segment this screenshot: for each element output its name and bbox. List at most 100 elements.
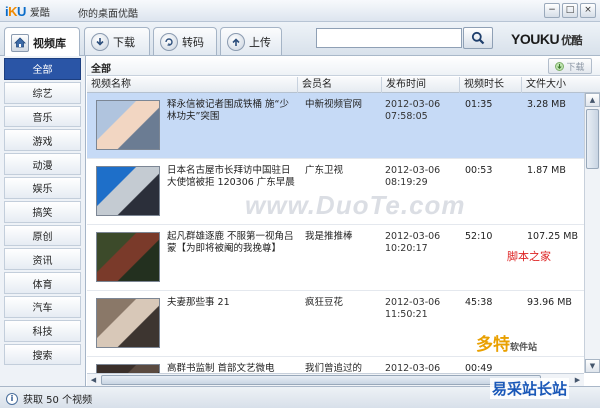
video-duration: 01:35 (465, 99, 493, 110)
horizontal-scrollbar[interactable]: ◀ ▶ (87, 373, 584, 386)
video-thumbnail (96, 298, 160, 348)
search-button[interactable] (463, 27, 493, 49)
scroll-right-icon[interactable]: ▶ (571, 374, 584, 386)
tab-label: 上传 (249, 35, 271, 49)
iku-logo-icon: iKU (5, 3, 26, 19)
upload-arrow-icon (227, 32, 245, 51)
sidebar-item-music[interactable]: 音乐 (4, 105, 81, 128)
sidebar-item-all[interactable]: 全部 (4, 58, 81, 80)
sidebar-item-games[interactable]: 游戏 (4, 129, 81, 152)
status-text: 获取 50 个视频 (23, 395, 93, 406)
video-member: 中新视频官网 (305, 99, 363, 110)
column-member[interactable]: 会员名 (297, 77, 381, 93)
youku-brand-en: YOUKU (511, 31, 560, 47)
column-duration[interactable]: 视频时长 (459, 77, 521, 93)
search-icon (471, 31, 485, 45)
video-thumbnail (96, 100, 160, 150)
column-headers: 视频名称 会员名 发布时间 视频时长 文件大小 (87, 77, 600, 93)
sidebar-item-variety[interactable]: 综艺 (4, 81, 81, 104)
minimize-button[interactable]: − (544, 3, 560, 18)
sidebar-item-tech[interactable]: 科技 (4, 319, 81, 342)
video-member: 广东卫视 (305, 165, 344, 176)
video-publish-time: 2012-03-06 (385, 363, 441, 373)
video-publish-time: 2012-03-06 07:58:05 (385, 99, 441, 122)
video-title: 日本名古屋市长拜访中国驻日大使馆被拒 120306 广东早晨 (167, 165, 295, 188)
video-publish-time: 2012-03-06 10:20:17 (385, 231, 441, 254)
video-title: 夫妻那些事 21 (167, 297, 230, 308)
tab-upload[interactable]: 上传 (220, 27, 282, 55)
video-file-size: 93.96 MB (527, 297, 572, 308)
window-controls: − □ × (544, 3, 596, 18)
download-button[interactable]: 下载 (548, 58, 592, 74)
sidebar-item-entertainment[interactable]: 娱乐 (4, 176, 81, 199)
tab-transcode[interactable]: 转码 (153, 27, 217, 55)
logo-brand-text: 爱酷 (29, 7, 50, 19)
video-file-size: 1.87 MB (527, 165, 566, 176)
video-publish-time: 2012-03-06 11:50:21 (385, 297, 441, 320)
toolbar: 视频库 下载 转码 上传 YOUKU 优酷 (0, 22, 600, 57)
download-icon (555, 61, 565, 71)
video-thumbnail (96, 166, 160, 216)
transcode-icon (160, 32, 178, 51)
list-header: 全部 下载 (87, 56, 600, 76)
home-icon (11, 33, 29, 52)
sidebar-item-funny[interactable]: 搞笑 (4, 200, 81, 223)
video-duration: 00:53 (465, 165, 493, 176)
video-rows: 释永信被记者围成铁桶 施“少林功夫”突围 中新视频官网 2012-03-06 07:… (87, 93, 584, 373)
maximize-button[interactable]: □ (562, 3, 578, 18)
video-list-panel: 全部 下载 视频名称 会员名 发布时间 视频时长 文件大小 释永信被记者围成铁桶… (87, 56, 600, 386)
tab-label: 转码 (182, 35, 204, 49)
sidebar-item-auto[interactable]: 汽车 (4, 295, 81, 318)
video-publish-time: 2012-03-06 08:19:29 (385, 165, 441, 188)
column-file-size[interactable]: 文件大小 (521, 77, 600, 93)
table-row[interactable]: 起凡群雄逐鹿 不服第一视角吕蒙【为即将被阉的我挽尊】 我是推推棒 2012-03-0… (87, 225, 584, 291)
video-title: 高群书监制 首部文艺微电 (167, 363, 275, 373)
scroll-thumb[interactable] (586, 109, 599, 169)
video-duration: 00:49 (465, 363, 493, 373)
video-thumbnail (96, 364, 160, 373)
app-logo: iKU 爱酷 (5, 3, 50, 19)
window-title: 你的桌面优酷 (78, 9, 138, 20)
scroll-left-icon[interactable]: ◀ (87, 374, 100, 386)
youku-brand-cn: 优酷 (561, 35, 583, 47)
table-row[interactable]: 夫妻那些事 21 疯狂豆花 2012-03-06 11:50:21 45:38 93.9… (87, 291, 584, 357)
video-title: 起凡群雄逐鹿 不服第一视角吕蒙【为即将被阉的我挽尊】 (167, 231, 294, 254)
title-bar: iKU 爱酷 你的桌面优酷 − □ × (0, 0, 600, 22)
video-thumbnail (96, 232, 160, 282)
video-duration: 45:38 (465, 297, 493, 308)
video-file-size: 107.25 MB (527, 231, 578, 242)
vertical-scrollbar[interactable]: ▲ ▼ (584, 93, 600, 373)
sidebar-item-anime[interactable]: 动漫 (4, 153, 81, 175)
column-publish-time[interactable]: 发布时间 (381, 77, 459, 93)
video-member: 我们曾追过的 (305, 363, 363, 373)
list-title: 全部 (91, 64, 111, 75)
video-duration: 52:10 (465, 231, 493, 242)
status-bar: i 获取 50 个视频 (0, 386, 600, 408)
download-label: 下载 (566, 62, 585, 73)
tab-download[interactable]: 下载 (84, 27, 150, 55)
scroll-down-icon[interactable]: ▼ (585, 359, 600, 373)
sidebar-item-original[interactable]: 原创 (4, 224, 81, 247)
table-row[interactable]: 高群书监制 首部文艺微电 我们曾追过的 2012-03-06 00:49 (87, 357, 584, 373)
category-sidebar: 全部 综艺 音乐 游戏 动漫 娱乐 搞笑 原创 资讯 体育 汽车 科技 搜索 (0, 56, 86, 386)
tab-label: 下载 (113, 35, 135, 49)
table-row[interactable]: 释永信被记者围成铁桶 施“少林功夫”突围 中新视频官网 2012-03-06 07:… (87, 93, 584, 159)
sidebar-item-search[interactable]: 搜索 (4, 343, 81, 366)
close-button[interactable]: × (580, 3, 596, 18)
tab-video-library[interactable]: 视频库 (4, 27, 80, 57)
video-member: 疯狂豆花 (305, 297, 344, 308)
scroll-up-icon[interactable]: ▲ (585, 93, 600, 107)
horizontal-scroll-thumb[interactable] (101, 375, 541, 385)
column-video-name[interactable]: 视频名称 (87, 77, 297, 93)
video-member: 我是推推棒 (305, 231, 353, 242)
search-input[interactable] (316, 28, 462, 48)
video-file-size: 3.28 MB (527, 99, 566, 110)
table-row[interactable]: 日本名古屋市长拜访中国驻日大使馆被拒 120306 广东早晨 广东卫视 2012-0… (87, 159, 584, 225)
youku-logo: YOUKU 优酷 (511, 31, 583, 48)
sidebar-item-news[interactable]: 资讯 (4, 248, 81, 271)
info-icon: i (6, 392, 18, 405)
sidebar-item-sports[interactable]: 体育 (4, 272, 81, 294)
tab-label: 视频库 (33, 36, 66, 50)
video-title: 释永信被记者围成铁桶 施“少林功夫”突围 (167, 99, 289, 122)
download-arrow-icon (91, 32, 109, 51)
